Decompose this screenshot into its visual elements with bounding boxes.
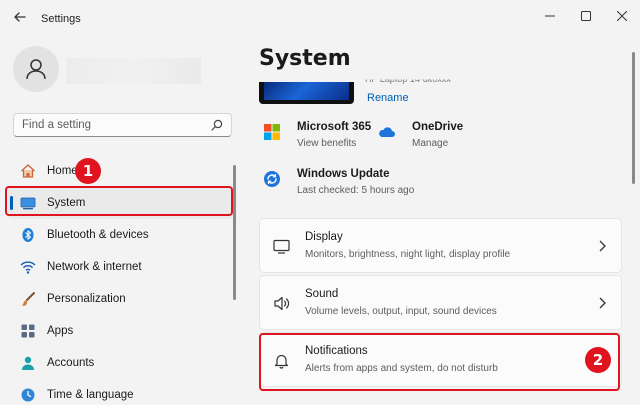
rename-link[interactable]: Rename bbox=[367, 92, 409, 104]
tile-subtitle: View benefits bbox=[297, 138, 357, 149]
tile-subtitle: Last checked: 5 hours ago bbox=[297, 185, 415, 196]
card-subtitle: Monitors, brightness, night light, displ… bbox=[305, 249, 511, 260]
sidebar-item-bluetooth[interactable]: Bluetooth & devices bbox=[8, 219, 234, 251]
maximize-button[interactable] bbox=[572, 5, 600, 27]
card-title: Display bbox=[305, 231, 343, 243]
sidebar-item-home[interactable]: Home bbox=[8, 155, 234, 187]
home-icon bbox=[20, 163, 36, 179]
arrow-left-icon bbox=[14, 12, 26, 22]
sound-card[interactable]: Sound Volume levels, output, input, soun… bbox=[259, 275, 622, 330]
maximize-icon bbox=[581, 11, 591, 21]
minimize-icon bbox=[545, 15, 555, 17]
microsoft365-icon bbox=[264, 124, 280, 140]
sidebar-item-apps[interactable]: Apps bbox=[8, 315, 234, 347]
tile-title: Microsoft 365 bbox=[297, 121, 372, 133]
page-title: System bbox=[259, 46, 351, 71]
content-scrollbar[interactable] bbox=[632, 52, 635, 184]
wifi-icon bbox=[20, 259, 36, 275]
person-icon bbox=[26, 59, 46, 80]
highlight-notifications-box bbox=[259, 333, 620, 391]
card-title: Sound bbox=[305, 288, 339, 300]
sidebar-item-label: Bluetooth & devices bbox=[47, 229, 149, 241]
step-badge-1: 1 bbox=[75, 158, 101, 184]
step-badge-2: 2 bbox=[585, 347, 611, 373]
user-name-redacted bbox=[66, 58, 201, 84]
tile-title: Windows Update bbox=[297, 168, 390, 180]
search-input[interactable]: Find a setting bbox=[22, 119, 211, 131]
search-icon[interactable] bbox=[211, 119, 223, 131]
close-icon bbox=[617, 11, 627, 21]
back-button[interactable] bbox=[12, 9, 28, 25]
sidebar-item-accounts[interactable]: Accounts bbox=[8, 347, 234, 379]
chevron-right-icon bbox=[599, 240, 606, 252]
chevron-right-icon bbox=[599, 297, 606, 309]
bluetooth-icon bbox=[20, 227, 36, 243]
brush-icon bbox=[20, 291, 36, 307]
apps-icon bbox=[20, 323, 36, 339]
close-button[interactable] bbox=[608, 5, 636, 27]
sidebar-item-label: Accounts bbox=[47, 357, 95, 369]
sidebar-item-label: Personalization bbox=[47, 293, 126, 305]
monitor-icon bbox=[273, 239, 290, 254]
avatar[interactable] bbox=[13, 46, 59, 92]
windows-update-icon bbox=[264, 171, 280, 187]
speaker-icon bbox=[274, 296, 290, 311]
sidebar-item-label: Network & internet bbox=[47, 261, 142, 273]
display-card[interactable]: Display Monitors, brightness, night ligh… bbox=[259, 218, 622, 273]
search-box[interactable]: Find a setting bbox=[13, 113, 232, 137]
globe-clock-icon bbox=[20, 387, 36, 403]
sidebar-item-label: Home bbox=[47, 165, 78, 177]
device-thumbnail bbox=[259, 82, 354, 104]
sidebar-item-network[interactable]: Network & internet bbox=[8, 251, 234, 283]
app-title: Settings bbox=[41, 13, 81, 25]
accounts-icon bbox=[20, 355, 36, 371]
sidebar-item-label: Time & language bbox=[47, 389, 134, 401]
sidebar-scrollbar[interactable] bbox=[233, 165, 236, 300]
device-name: HP Laptop 14-dk0xxx bbox=[365, 74, 451, 85]
sidebar-item-personalization[interactable]: Personalization bbox=[8, 283, 234, 315]
card-subtitle: Volume levels, output, input, sound devi… bbox=[305, 306, 497, 317]
sidebar-item-label: Apps bbox=[47, 325, 74, 337]
minimize-button[interactable] bbox=[536, 5, 564, 27]
onedrive-icon bbox=[379, 127, 395, 137]
tile-subtitle: Manage bbox=[412, 138, 449, 149]
highlight-system-box bbox=[5, 186, 233, 216]
tile-title: OneDrive bbox=[412, 121, 464, 133]
sidebar-item-time-language[interactable]: Time & language bbox=[8, 379, 234, 405]
title-bar: Settings bbox=[0, 0, 640, 34]
